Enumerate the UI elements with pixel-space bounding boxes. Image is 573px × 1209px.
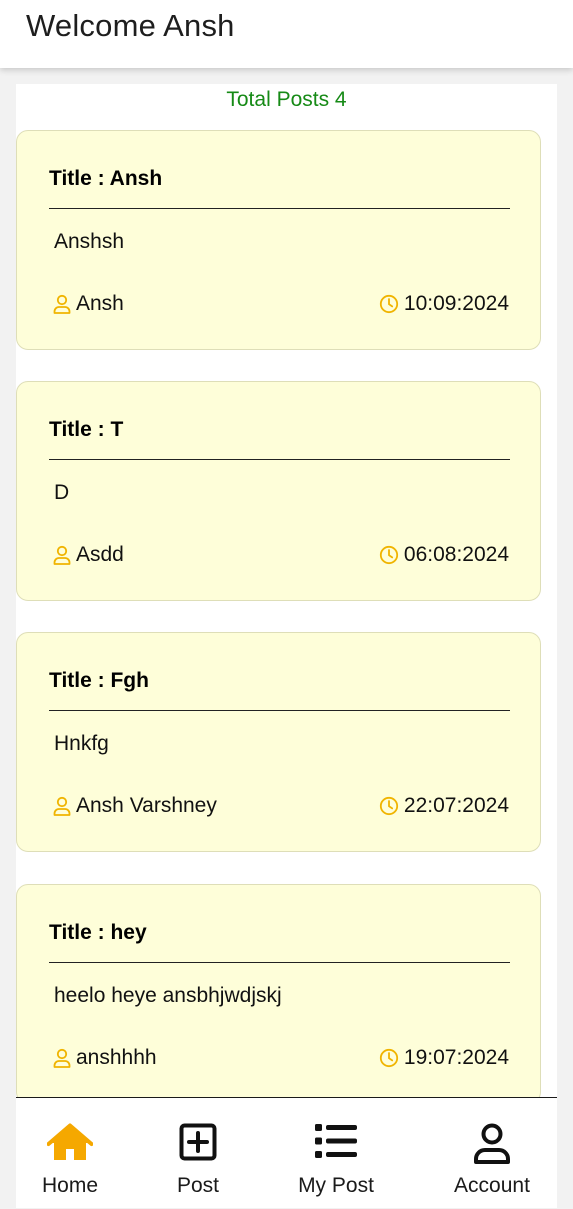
post-divider: [49, 962, 510, 963]
post-title: Title : Ansh: [49, 167, 163, 190]
post-divider: [49, 710, 510, 711]
post-date: 10:09:2024: [379, 292, 509, 316]
post-author-name: Ansh Varshney: [76, 794, 217, 817]
person-icon: [53, 545, 71, 565]
nav-account-label: Account: [454, 1174, 530, 1197]
post-body: Anshsh: [54, 230, 125, 253]
post-divider: [49, 208, 510, 209]
post-body: D: [54, 481, 70, 504]
nav-account[interactable]: Account: [452, 1098, 532, 1209]
post-body: heelo heye ansbhjwdjskj: [54, 984, 282, 1007]
nav-my-post-label: My Post: [298, 1174, 374, 1197]
clock-icon: [379, 1048, 398, 1068]
post-author: Asdd: [53, 543, 124, 567]
post-date: 22:07:2024: [379, 794, 509, 818]
post-author: Ansh: [53, 292, 124, 316]
post-card[interactable]: Title : hey heelo heye ansbhjwdjskj ansh…: [16, 884, 541, 1100]
post-date: 06:08:2024: [379, 543, 509, 567]
post-title: Title : Fgh: [49, 669, 149, 692]
nav-my-post[interactable]: My Post: [294, 1098, 378, 1209]
nav-home-label: Home: [41, 1174, 99, 1197]
person-icon: [53, 1048, 71, 1068]
post-date-text: 10:09:2024: [403, 292, 509, 315]
post-divider: [49, 459, 510, 460]
person-icon: [53, 796, 71, 816]
user-icon: [474, 1123, 510, 1164]
bottom-navigation: Home Post My Post Account: [16, 1097, 557, 1208]
posts-feed[interactable]: Total Posts 4 Title : Ansh Anshsh Ansh 1…: [16, 84, 557, 1100]
post-card[interactable]: Title : Ansh Anshsh Ansh 10:09:2024: [16, 130, 541, 350]
post-author-name: Ansh: [76, 292, 124, 315]
person-icon: [53, 294, 71, 314]
post-author-name: Asdd: [76, 543, 124, 566]
clock-icon: [379, 545, 398, 565]
post-card[interactable]: Title : T D Asdd 06:08:2024: [16, 381, 541, 601]
post-body: Hnkfg: [54, 732, 109, 755]
nav-post[interactable]: Post: [171, 1098, 225, 1209]
post-date-text: 22:07:2024: [403, 794, 509, 817]
post-author: anshhhh: [53, 1046, 157, 1070]
post-date: 19:07:2024: [379, 1046, 509, 1070]
post-title: Title : hey: [49, 921, 147, 944]
post-date-text: 19:07:2024: [403, 1046, 509, 1069]
total-posts-count: Total Posts 4: [226, 88, 347, 111]
page-title: Welcome Ansh: [26, 8, 235, 43]
post-author-name: anshhhh: [76, 1046, 157, 1069]
home-icon: [47, 1123, 93, 1160]
list-icon: [315, 1124, 357, 1158]
clock-icon: [379, 294, 398, 314]
nav-post-label: Post: [176, 1174, 220, 1197]
app-header: Welcome Ansh: [0, 0, 573, 68]
nav-home[interactable]: Home: [40, 1098, 100, 1209]
post-date-text: 06:08:2024: [403, 543, 509, 566]
clock-icon: [379, 796, 398, 816]
post-author: Ansh Varshney: [53, 794, 217, 818]
add-square-icon: [179, 1123, 217, 1161]
post-card[interactable]: Title : Fgh Hnkfg Ansh Varshney 22:07:20…: [16, 632, 541, 852]
post-title: Title : T: [49, 418, 124, 441]
